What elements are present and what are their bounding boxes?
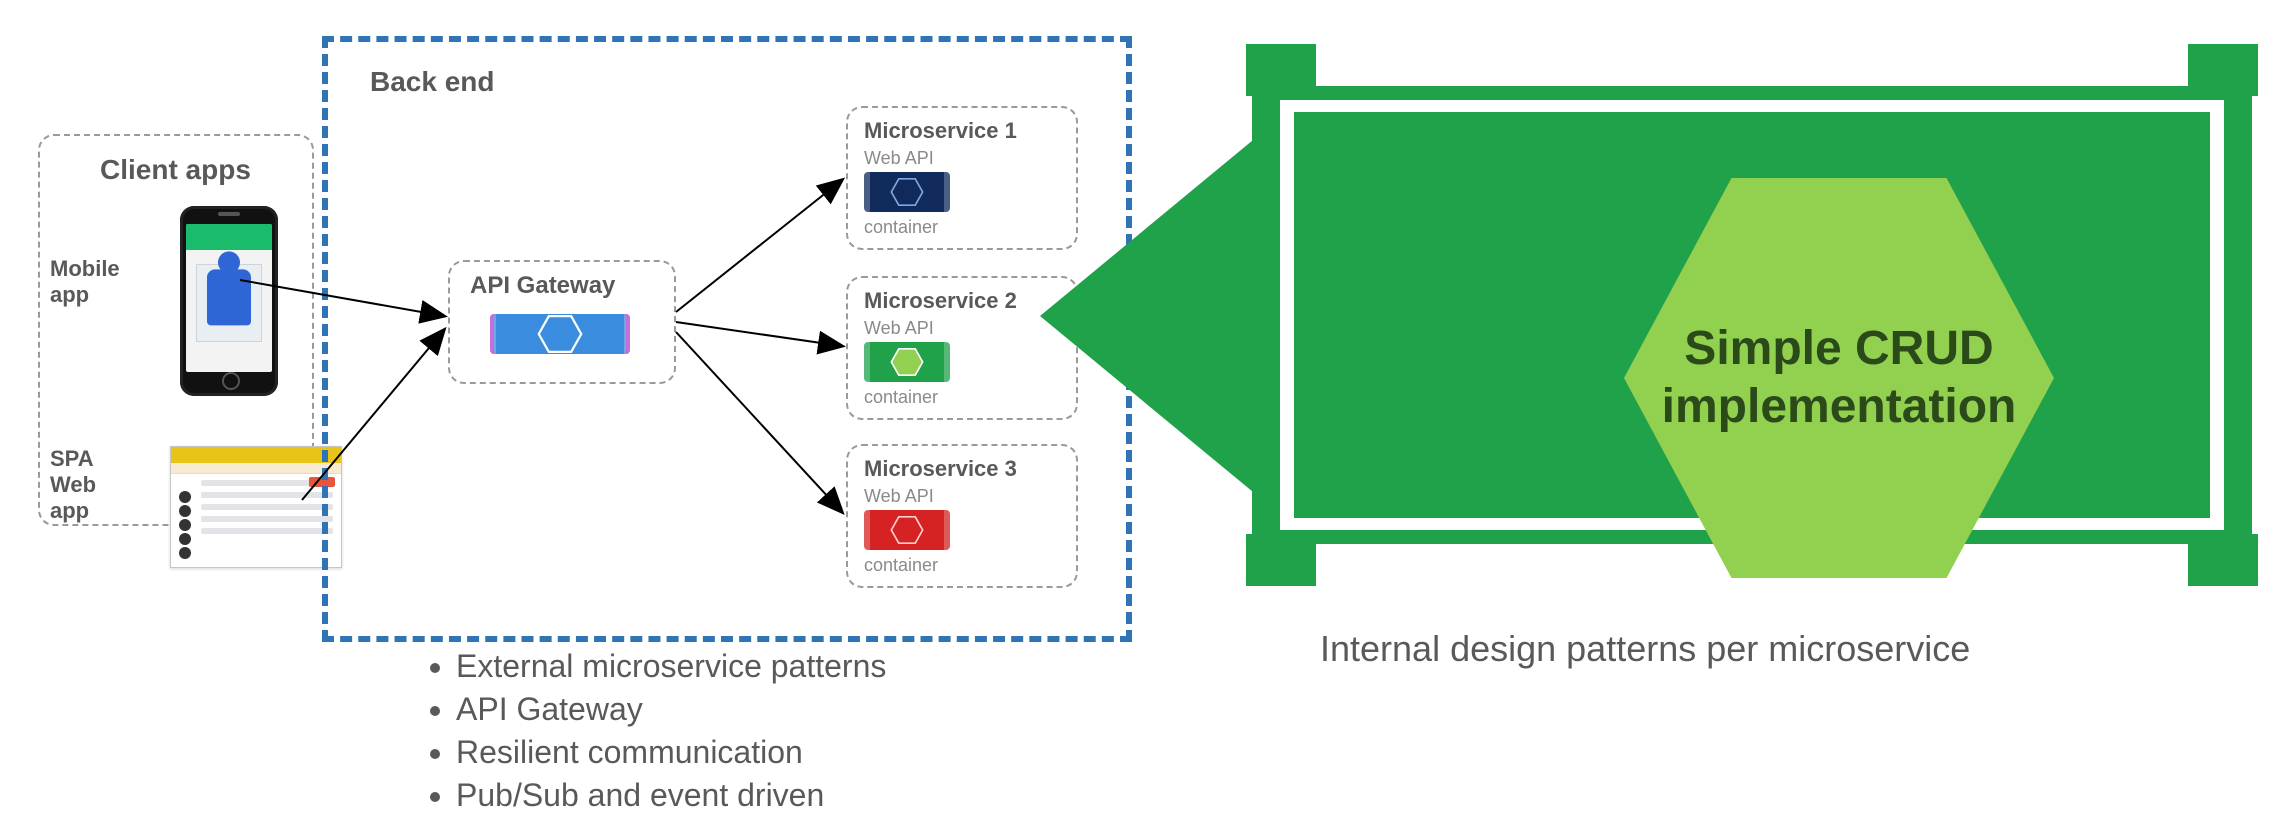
spa-web-app-icon bbox=[170, 446, 342, 568]
mobile-app-label: Mobileapp bbox=[50, 256, 120, 308]
microservice-1-title: Microservice 1 bbox=[864, 118, 1017, 144]
hexagon-container-icon bbox=[864, 342, 950, 382]
hexagon-container-icon bbox=[864, 172, 950, 212]
hexagon-container-icon bbox=[490, 314, 630, 354]
microservice-3-footer: container bbox=[864, 555, 938, 576]
client-apps-group: Client apps Mobileapp SPAWebapp bbox=[38, 134, 314, 526]
zoom-caption: Internal design patterns per microservic… bbox=[1320, 628, 1970, 670]
bullet-item: Resilient communication bbox=[456, 734, 886, 771]
spa-web-app-label: SPAWebapp bbox=[50, 446, 96, 524]
simple-crud-headline: Simple CRUDimplementation bbox=[1662, 320, 2017, 435]
bullet-item: Pub/Sub and event driven bbox=[456, 777, 886, 814]
api-gateway-title: API Gateway bbox=[470, 272, 615, 300]
microservice-3-subtitle: Web API bbox=[864, 486, 934, 507]
zoom-pointer-arrow-icon bbox=[1040, 126, 1270, 506]
api-gateway-box: API Gateway bbox=[448, 260, 676, 384]
microservice-1-subtitle: Web API bbox=[864, 148, 934, 169]
simple-crud-hexagon-icon: Simple CRUDimplementation bbox=[1624, 178, 2054, 578]
client-apps-title: Client apps bbox=[100, 154, 251, 186]
microservice-2-subtitle: Web API bbox=[864, 318, 934, 339]
bullet-item: External microservice patterns bbox=[456, 648, 886, 685]
internal-design-zoom-box: Simple CRUDimplementation bbox=[1252, 50, 2252, 580]
microservice-2-title: Microservice 2 bbox=[864, 288, 1017, 314]
architecture-diagram: Client apps Mobileapp SPAWebapp Back end… bbox=[0, 0, 2291, 839]
microservice-1-footer: container bbox=[864, 217, 938, 238]
backend-bullets: External microservice patterns API Gatew… bbox=[420, 642, 886, 820]
microservice-3-title: Microservice 3 bbox=[864, 456, 1017, 482]
microservice-2-footer: container bbox=[864, 387, 938, 408]
hexagon-container-icon bbox=[864, 510, 950, 550]
bullet-item: API Gateway bbox=[456, 691, 886, 728]
mobile-app-icon bbox=[180, 206, 278, 396]
backend-title: Back end bbox=[370, 66, 495, 98]
